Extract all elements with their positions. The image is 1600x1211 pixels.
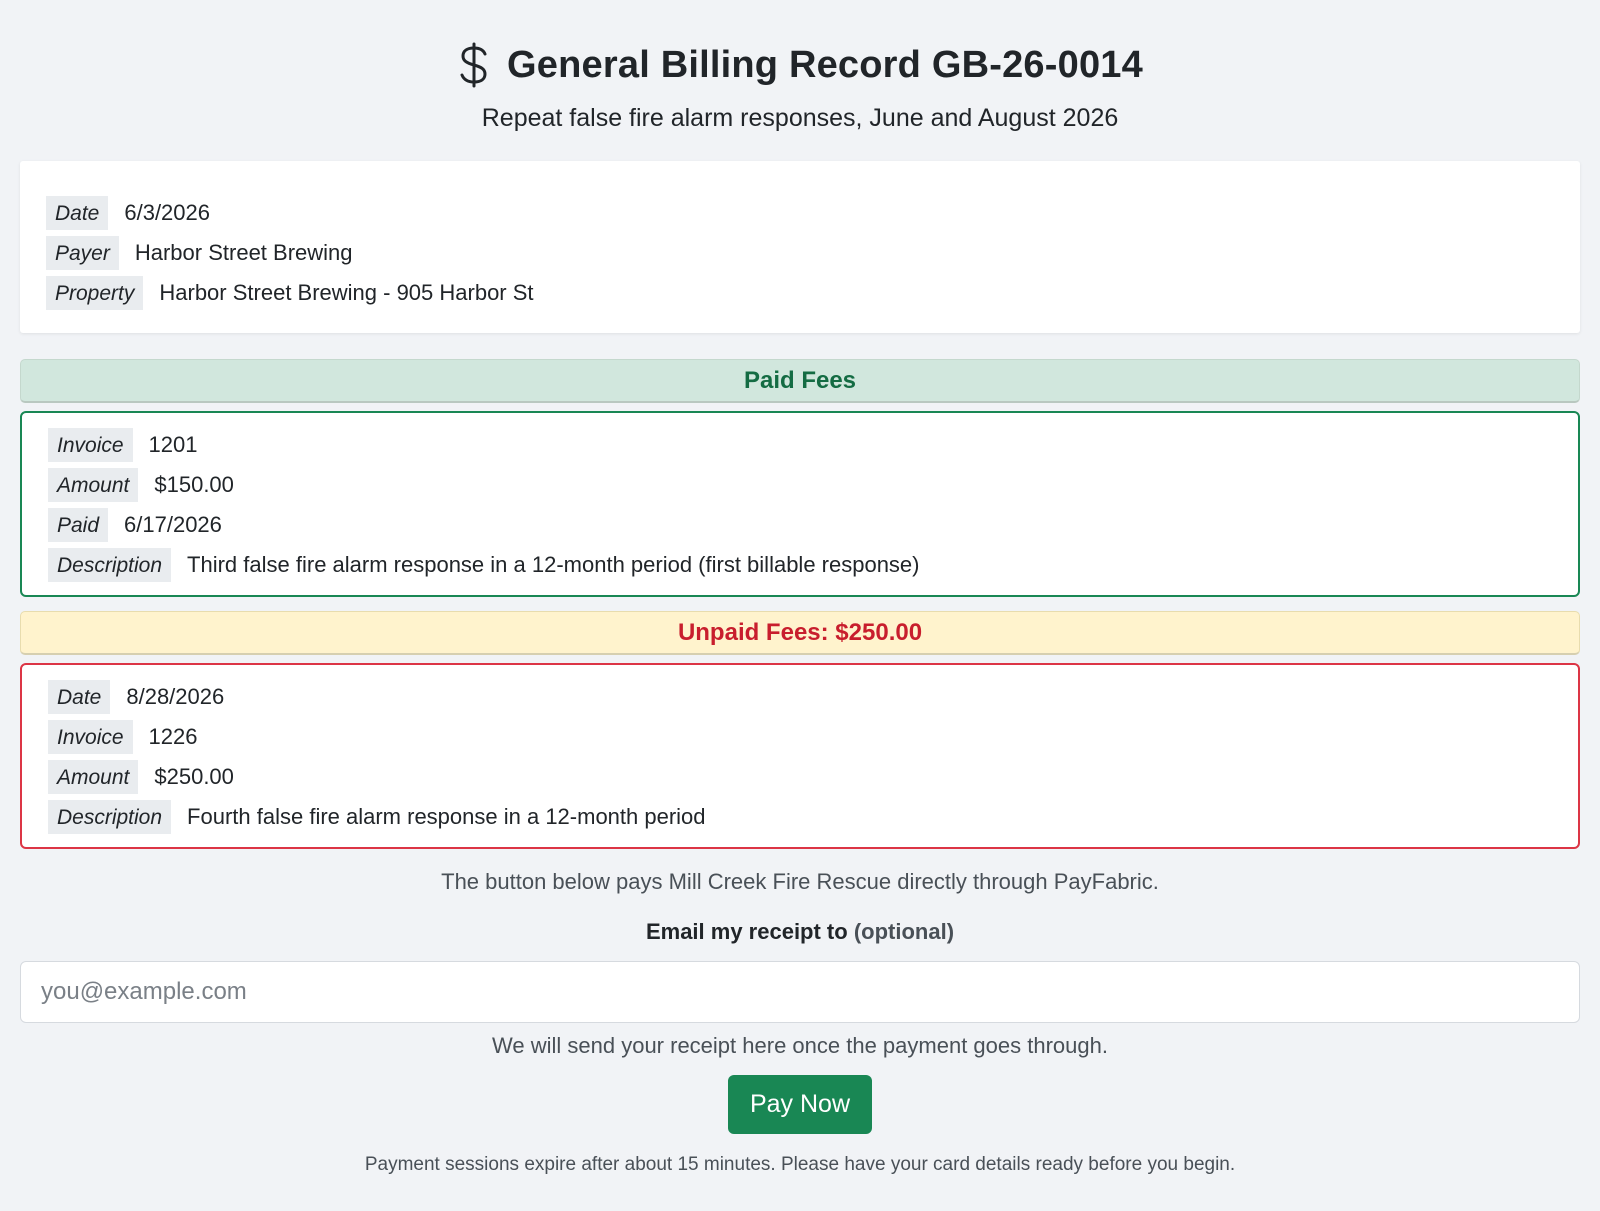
paid-description-row: Description Third false fire alarm respo… [48,545,1552,585]
paid-fee-item: Invoice 1201 Amount $150.00 Paid 6/17/20… [20,411,1580,597]
unpaid-date-row: Date 8/28/2026 [48,677,1552,717]
record-property-value: Harbor Street Brewing - 905 Harbor St [159,280,534,305]
record-payer-label: Payer [46,236,119,270]
unpaid-fee-item: Date 8/28/2026 Invoice 1226 Amount $250.… [20,663,1580,849]
paid-amount-row: Amount $150.00 [48,465,1552,505]
email-optional-text: (optional) [853,919,955,944]
paid-invoice-value: 1201 [148,432,198,457]
record-date-label: Date [46,196,109,230]
payment-note: The button below pays Mill Creek Fire Re… [441,869,1159,894]
record-payer-value: Harbor Street Brewing [134,240,353,265]
email-receipt-label: Email my receipt to (optional) [20,919,1580,945]
paid-amount-value: $150.00 [154,472,234,497]
paid-amount-label: Amount [48,468,139,502]
session-expiry-note: Payment sessions expire after about 15 m… [364,1154,1236,1175]
unpaid-amount-label: Amount [48,760,139,794]
title-row: General Billing Record GB-26-0014 [20,40,1580,90]
paid-date-value: 6/17/2026 [124,512,222,537]
unpaid-date-label: Date [48,680,111,714]
paid-date-row: Paid 6/17/2026 [48,505,1552,545]
record-payer-row: Payer Harbor Street Brewing [46,233,1554,273]
page-subtitle: Repeat false fire alarm responses, June … [481,104,1119,132]
record-date-row: Date 6/3/2026 [46,193,1554,233]
unpaid-invoice-row: Invoice 1226 [48,717,1552,757]
paid-date-label: Paid [48,508,109,542]
pay-now-button[interactable]: Pay Now [727,1075,873,1134]
record-info-card: Date 6/3/2026 Payer Harbor Street Brewin… [20,161,1580,333]
pay-button-wrap: Pay Now [20,1075,1580,1134]
dollar-icon [457,42,491,88]
email-help-text: We will send your receipt here once the … [492,1033,1108,1058]
record-date-value: 6/3/2026 [124,200,210,225]
unpaid-invoice-value: 1226 [148,724,198,749]
paid-description-value: Third false fire alarm response in a 12-… [187,552,920,577]
billing-page: General Billing Record GB-26-0014 Repeat… [0,0,1600,1176]
email-input[interactable] [20,961,1580,1023]
email-label-text: Email my receipt to [645,919,848,944]
unpaid-invoice-label: Invoice [48,720,133,754]
page-header: General Billing Record GB-26-0014 Repeat… [20,0,1580,133]
paid-description-label: Description [48,548,172,582]
unpaid-description-row: Description Fourth false fire alarm resp… [48,797,1552,837]
paid-invoice-label: Invoice [48,428,133,462]
unpaid-date-value: 8/28/2026 [126,684,225,709]
unpaid-description-value: Fourth false fire alarm response in a 12… [187,804,706,829]
page-title: General Billing Record GB-26-0014 [507,43,1143,86]
unpaid-description-label: Description [48,800,172,834]
unpaid-fees-heading: Unpaid Fees: $250.00 [20,611,1580,655]
record-property-row: Property Harbor Street Brewing - 905 Har… [46,273,1554,313]
unpaid-amount-value: $250.00 [154,764,234,789]
paid-fees-heading: Paid Fees [20,359,1580,403]
record-property-label: Property [46,276,144,310]
unpaid-amount-row: Amount $250.00 [48,757,1552,797]
paid-invoice-row: Invoice 1201 [48,425,1552,465]
